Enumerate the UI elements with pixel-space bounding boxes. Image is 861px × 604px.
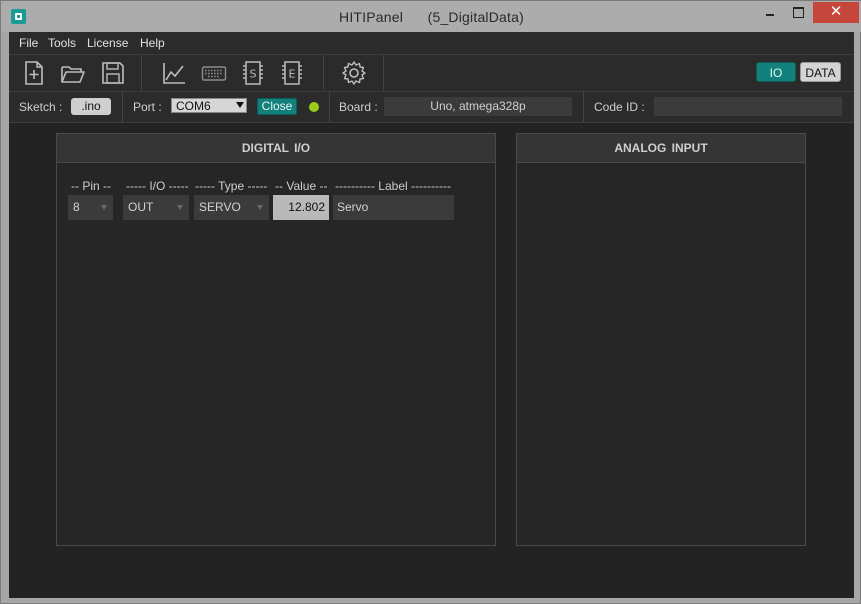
codeid-label: Code ID :: [594, 100, 645, 114]
open-folder-icon[interactable]: [60, 60, 86, 86]
digital-io-title: DIGITAL I/O: [57, 134, 495, 163]
new-file-icon[interactable]: [21, 60, 47, 86]
io-direction-value: OUT: [128, 200, 154, 214]
save-icon[interactable]: [100, 60, 126, 86]
chevron-down-icon: [236, 102, 244, 108]
analog-input-panel: ANALOG INPUT: [516, 133, 806, 546]
connection-bar: Sketch : .ino Port : COM6 Close Board : …: [9, 92, 854, 123]
codeid-field: [654, 97, 842, 116]
data-view-button[interactable]: DATA: [800, 62, 841, 82]
sketch-label: Sketch :: [19, 100, 63, 114]
chevron-down-icon: [257, 205, 263, 210]
type-column-header: ----- Type -----: [195, 179, 268, 193]
e-chip-icon[interactable]: E: [279, 60, 305, 86]
client-area: File Tools License Help S E IO DATA Sket…: [9, 32, 854, 598]
chevron-down-icon: [101, 205, 107, 210]
pin-column-header: -- Pin --: [71, 179, 111, 193]
menu-tools[interactable]: Tools: [48, 36, 76, 50]
app-window: HITIPanel (5_DigitalData) ✕ File Tools L…: [0, 0, 861, 604]
toolbar-divider: [323, 55, 324, 91]
maximize-button[interactable]: [781, 2, 815, 23]
window-title: HITIPanel (5_DigitalData): [339, 9, 524, 25]
s-chip-icon[interactable]: S: [240, 60, 266, 86]
close-icon: ✕: [829, 3, 843, 20]
status-divider: [122, 92, 123, 122]
type-value: SERVO: [199, 200, 241, 214]
keyboard-icon[interactable]: [201, 60, 227, 86]
svg-text:S: S: [250, 68, 257, 81]
port-label: Port :: [133, 100, 162, 114]
analog-input-title: ANALOG INPUT: [517, 134, 805, 163]
port-value: COM6: [176, 99, 211, 113]
port-select[interactable]: COM6: [171, 98, 247, 113]
chevron-down-icon: [177, 205, 183, 210]
menu-file[interactable]: File: [19, 36, 38, 50]
minimize-icon: [766, 14, 774, 16]
gear-icon[interactable]: [341, 60, 367, 86]
toolbar-divider: [141, 55, 142, 91]
menu-help[interactable]: Help: [140, 36, 165, 50]
close-window-button[interactable]: ✕: [813, 2, 859, 23]
maximize-icon: [793, 7, 804, 18]
status-divider: [583, 92, 584, 122]
title-bar[interactable]: HITIPanel (5_DigitalData) ✕: [1, 1, 861, 32]
board-field: Uno, atmega328p: [384, 97, 572, 116]
close-port-button[interactable]: Close: [257, 98, 297, 115]
menu-license[interactable]: License: [87, 36, 128, 50]
menu-bar: File Tools License Help: [9, 32, 854, 55]
pin-select[interactable]: 8: [68, 195, 113, 220]
value-field[interactable]: 12.802: [273, 195, 329, 220]
label-field[interactable]: Servo: [333, 195, 454, 220]
toolbar-divider: [383, 55, 384, 91]
io-column-header: ----- I/O -----: [126, 179, 189, 193]
svg-text:E: E: [289, 68, 296, 81]
connection-status-led: [309, 102, 319, 112]
sketch-button[interactable]: .ino: [71, 98, 111, 115]
digital-io-panel: DIGITAL I/O -- Pin -- ----- I/O ----- --…: [56, 133, 496, 546]
board-label: Board :: [339, 100, 378, 114]
toolbar: S E IO DATA: [9, 55, 854, 92]
pin-value: 8: [73, 200, 80, 214]
chart-icon[interactable]: [161, 60, 187, 86]
value-column-header: -- Value --: [275, 179, 328, 193]
type-select[interactable]: SERVO: [194, 195, 269, 220]
io-direction-select[interactable]: OUT: [123, 195, 189, 220]
label-column-header: ---------- Label ----------: [335, 179, 451, 193]
status-divider: [329, 92, 330, 122]
io-view-button[interactable]: IO: [756, 62, 796, 82]
